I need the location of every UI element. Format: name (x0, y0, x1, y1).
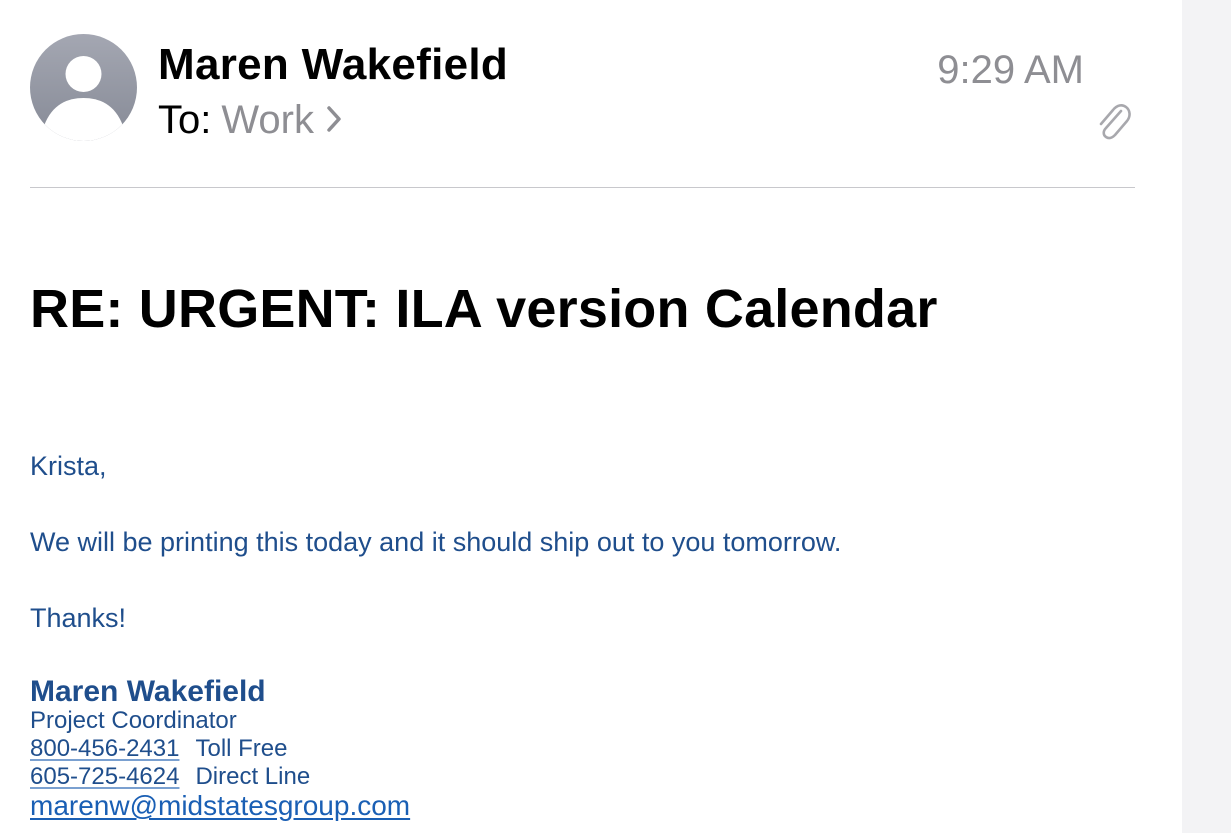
signature-email-link[interactable]: marenw@midstatesgroup.com (30, 790, 410, 822)
email-subject: RE: URGENT: ILA version Calendar (30, 279, 938, 339)
phone-link-direct-line[interactable]: 605-725-4624 (30, 763, 179, 790)
email-message: We will be printing this today and it sh… (30, 527, 842, 557)
chevron-right-icon[interactable] (326, 98, 342, 143)
phone-link-toll-free[interactable]: 800-456-2431 (30, 735, 179, 762)
phone-label-direct-line: Direct Line (195, 763, 311, 790)
signature-name: Maren Wakefield (30, 675, 266, 708)
signature-phone-row: 800-456-2431 Toll Free (30, 735, 288, 763)
recipient-line[interactable]: To: Work (158, 98, 342, 143)
signature-title: Project Coordinator (30, 707, 237, 734)
email-signoff: Thanks! (30, 603, 127, 633)
paperclip-icon (1094, 102, 1132, 142)
recipient-name[interactable]: Work (221, 98, 314, 143)
received-time: 9:29 AM (937, 48, 1084, 92)
right-gutter (1182, 0, 1231, 833)
message-header: Maren Wakefield To: Work 9:29 AM (0, 0, 1182, 190)
header-divider (30, 187, 1135, 188)
person-placeholder-icon[interactable] (30, 34, 137, 141)
to-label: To: (158, 98, 212, 142)
sender-name[interactable]: Maren Wakefield (158, 40, 508, 90)
phone-label-toll-free: Toll Free (195, 735, 288, 762)
signature-phone-row: 605-725-4624 Direct Line (30, 763, 310, 791)
email-greeting: Krista, (30, 451, 107, 481)
